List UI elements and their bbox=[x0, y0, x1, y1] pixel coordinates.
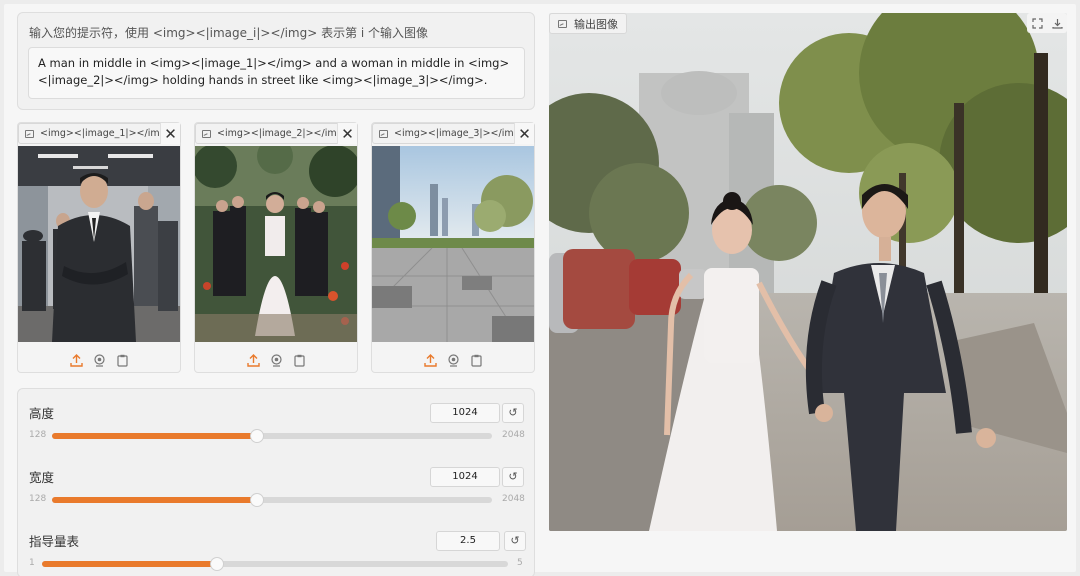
guidance-slider[interactable] bbox=[42, 557, 508, 571]
width-slider-handle[interactable] bbox=[250, 493, 265, 507]
slider-row-width: 宽度 1024 ↺ 128 2048 bbox=[18, 467, 536, 527]
height-slider-fill bbox=[52, 433, 258, 439]
height-slider-handle[interactable] bbox=[250, 429, 265, 443]
width-label: 宽度 bbox=[29, 470, 55, 485]
height-reset-button[interactable]: ↺ bbox=[502, 403, 524, 423]
output-image-tag: 输出图像 bbox=[549, 13, 627, 34]
image-3-actions bbox=[372, 347, 534, 369]
download-icon[interactable] bbox=[1051, 14, 1063, 33]
guidance-reset-button[interactable]: ↺ bbox=[504, 531, 526, 551]
output-image bbox=[549, 13, 1067, 531]
clipboard-icon[interactable] bbox=[116, 352, 129, 367]
image-2-tag: <img><|image_2|></img> bbox=[195, 123, 358, 144]
height-label: 高度 bbox=[29, 406, 55, 421]
guidance-input[interactable]: 2.5 bbox=[436, 531, 500, 551]
clipboard-icon[interactable] bbox=[293, 352, 306, 367]
image-1-actions bbox=[18, 347, 180, 369]
prompt-input[interactable]: A man in middle in <img><|image_1|></img… bbox=[28, 47, 525, 99]
image-1-preview bbox=[18, 146, 180, 342]
fullscreen-icon[interactable] bbox=[1031, 14, 1043, 33]
image-3-close-button[interactable]: ✕ bbox=[514, 123, 534, 144]
guidance-label: 指导量表 bbox=[29, 534, 80, 549]
image-2-tag-label: <img><|image_2|></img> bbox=[217, 128, 351, 139]
prompt-label: 输入您的提示符，使用 <img><|image_i|></img> 表示第 i … bbox=[29, 26, 429, 40]
image-input-1[interactable]: <img><|image_1|></img> ✕ bbox=[17, 122, 181, 373]
image-icon bbox=[558, 19, 567, 28]
guidance-slider-fill bbox=[42, 561, 217, 567]
width-input[interactable]: 1024 bbox=[430, 467, 500, 487]
height-max: 2048 bbox=[502, 430, 525, 440]
width-reset-button[interactable]: ↺ bbox=[502, 467, 524, 487]
image-2-preview bbox=[195, 146, 357, 342]
image-icon bbox=[202, 129, 211, 138]
webcam-icon[interactable] bbox=[270, 352, 283, 367]
image-1-tag-label: <img><|image_1|></img> bbox=[40, 128, 174, 139]
webcam-icon[interactable] bbox=[447, 352, 460, 367]
guidance-max: 5 bbox=[517, 558, 523, 568]
app: 输入您的提示符，使用 <img><|image_i|></img> 表示第 i … bbox=[4, 4, 1076, 576]
clipboard-icon[interactable] bbox=[470, 352, 483, 367]
slider-row-guidance: 指导量表 2.5 ↺ 1 5 bbox=[18, 531, 536, 576]
image-3-tag-label: <img><|image_3|></img> bbox=[394, 128, 528, 139]
image-3-tag: <img><|image_3|></img> bbox=[372, 123, 535, 144]
width-slider-fill bbox=[52, 497, 258, 503]
settings-panel: 高度 1024 ↺ 128 2048 宽度 1024 ↺ 128 2048 指导… bbox=[17, 388, 535, 576]
width-slider[interactable] bbox=[52, 493, 492, 507]
guidance-min: 1 bbox=[29, 558, 35, 568]
image-icon bbox=[25, 129, 34, 138]
image-icon bbox=[379, 129, 388, 138]
image-3-preview bbox=[372, 146, 534, 342]
upload-icon[interactable] bbox=[69, 352, 83, 367]
image-input-3[interactable]: <img><|image_3|></img> ✕ bbox=[371, 122, 535, 373]
image-2-actions bbox=[195, 347, 357, 369]
guidance-slider-handle[interactable] bbox=[209, 557, 224, 571]
output-image-panel: 输出图像 bbox=[549, 13, 1067, 531]
upload-icon[interactable] bbox=[423, 352, 437, 367]
webcam-icon[interactable] bbox=[93, 352, 106, 367]
height-slider[interactable] bbox=[52, 429, 492, 443]
prompt-panel: 输入您的提示符，使用 <img><|image_i|></img> 表示第 i … bbox=[17, 12, 535, 110]
width-max: 2048 bbox=[502, 494, 525, 504]
image-2-close-button[interactable]: ✕ bbox=[337, 123, 357, 144]
output-toolbar bbox=[1027, 13, 1067, 33]
height-min: 128 bbox=[29, 430, 47, 440]
upload-icon[interactable] bbox=[246, 352, 260, 367]
image-1-tag: <img><|image_1|></img> bbox=[18, 123, 181, 144]
height-input[interactable]: 1024 bbox=[430, 403, 500, 423]
image-1-close-button[interactable]: ✕ bbox=[160, 123, 180, 144]
image-input-2[interactable]: <img><|image_2|></img> ✕ bbox=[194, 122, 358, 373]
output-image-label: 输出图像 bbox=[574, 17, 618, 31]
width-min: 128 bbox=[29, 494, 47, 504]
slider-row-height: 高度 1024 ↺ 128 2048 bbox=[18, 403, 536, 463]
